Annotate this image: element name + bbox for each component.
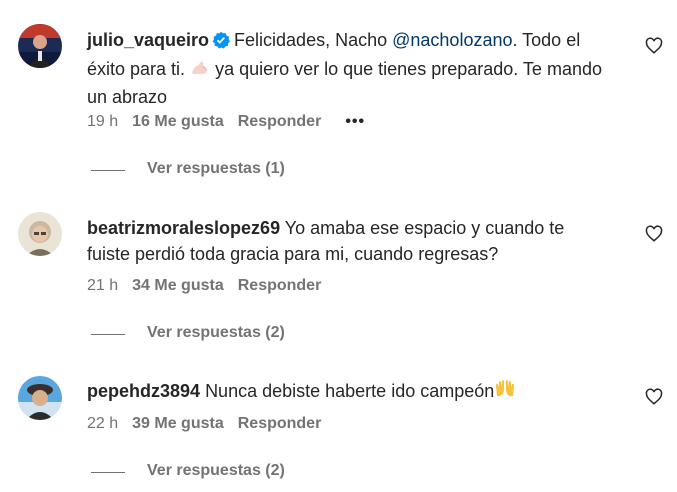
comment-text: julio_vaqueiro Felicidades, Nacho @nachol… xyxy=(87,27,612,110)
comment-text: pepehdz3894 Nunca debiste haberte ido ca… xyxy=(87,378,612,406)
divider-line xyxy=(91,170,125,171)
divider-line xyxy=(91,472,125,473)
more-options-icon[interactable]: ••• xyxy=(345,113,365,130)
comment-meta: 19 h 16 Me gusta Responder ••• xyxy=(87,113,379,131)
comment-username[interactable]: beatrizmoraleslopez69 xyxy=(87,218,280,238)
comment-body: Felicidades, Nacho xyxy=(234,30,393,50)
avatar[interactable] xyxy=(18,24,62,68)
view-replies-label[interactable]: Ver respuestas (1) xyxy=(147,160,285,178)
comment-meta: 21 h 34 Me gusta Responder xyxy=(87,277,335,295)
likes-count[interactable]: 16 Me gusta xyxy=(132,113,224,130)
comment-body: Nunca debiste haberte ido campeón xyxy=(205,381,495,401)
comment-time[interactable]: 19 h xyxy=(87,113,118,130)
comment-time[interactable]: 21 h xyxy=(87,277,118,294)
comment-username[interactable]: julio_vaqueiro xyxy=(87,30,209,50)
comment-username[interactable]: pepehdz3894 xyxy=(87,381,200,401)
reply-button[interactable]: Responder xyxy=(238,113,322,130)
raising-hands-icon xyxy=(494,379,516,406)
avatar[interactable] xyxy=(18,376,62,420)
comment-text: beatrizmoraleslopez69 Yo amaba ese espac… xyxy=(87,215,612,267)
divider-line xyxy=(91,334,125,335)
avatar[interactable] xyxy=(18,212,62,256)
like-heart-icon[interactable] xyxy=(645,37,663,55)
likes-count[interactable]: 34 Me gusta xyxy=(132,277,224,294)
comment-meta: 22 h 39 Me gusta Responder xyxy=(87,415,335,433)
like-heart-icon[interactable] xyxy=(645,225,663,243)
view-replies-label[interactable]: Ver respuestas (2) xyxy=(147,324,285,342)
comment-time[interactable]: 22 h xyxy=(87,415,118,432)
flexed-biceps-icon xyxy=(190,58,210,84)
likes-count[interactable]: 39 Me gusta xyxy=(132,415,224,432)
like-heart-icon[interactable] xyxy=(645,388,663,406)
verified-badge-icon xyxy=(212,30,231,56)
reply-button[interactable]: Responder xyxy=(238,277,322,294)
mention-link[interactable]: @nacholozano xyxy=(392,30,512,50)
view-replies-label[interactable]: Ver respuestas (2) xyxy=(147,462,285,480)
reply-button[interactable]: Responder xyxy=(238,415,322,432)
